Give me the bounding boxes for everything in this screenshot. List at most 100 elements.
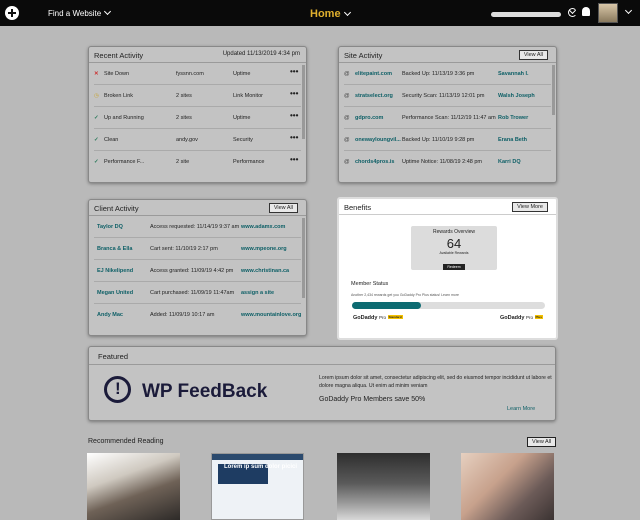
site-event: Backed Up: 11/10/19 9:28 pm xyxy=(402,137,475,143)
add-icon[interactable] xyxy=(5,6,19,20)
more-options-icon[interactable]: ••• xyxy=(290,89,298,98)
client-site-link[interactable]: www.mountainlove.org xyxy=(241,312,301,318)
site-user-link[interactable]: Erana Beth xyxy=(498,137,527,143)
view-all-button[interactable]: View All xyxy=(518,50,548,60)
article-thumbnail[interactable] xyxy=(87,453,180,520)
site-link[interactable]: onewayloungvil... xyxy=(355,137,401,143)
activity-row[interactable]: ✕ Site Down fyssnn.com Uptime ••• xyxy=(94,63,301,85)
client-link[interactable]: Andy Mac xyxy=(97,312,123,318)
site-row[interactable]: @ chords4pros.is Uptime Notice: 11/08/19… xyxy=(344,151,551,173)
find-website-dropdown[interactable]: Find a Website xyxy=(48,7,112,18)
recent-activity-card: Recent Activity Updated 11/13/2019 4:34 … xyxy=(88,46,307,183)
view-all-button[interactable]: View All xyxy=(268,203,298,213)
client-row[interactable]: Megan United Cart purchased: 11/09/19 11… xyxy=(94,282,301,304)
site-activity-card: Site Activity View All @ elitepaint.com … xyxy=(338,46,557,183)
scrollbar[interactable] xyxy=(552,65,555,115)
more-options-icon[interactable]: ••• xyxy=(290,111,298,120)
rewards-overview: Rewards Overview 64 Available Rewards Re… xyxy=(411,226,497,270)
tier-plus-suffix: Pro xyxy=(525,315,533,320)
client-activity-title: Client Activity xyxy=(94,204,139,213)
wp-feedback-logo-text: WP FeedBack xyxy=(142,381,268,402)
client-event: Cart purchased: 11/09/19 11:47am xyxy=(150,290,235,296)
site-user-link[interactable]: Savannah I. xyxy=(498,71,529,77)
activity-site: 2 site xyxy=(176,159,190,165)
scrollbar[interactable] xyxy=(302,65,305,139)
activity-category: Uptime xyxy=(233,115,251,121)
view-more-button[interactable]: View More xyxy=(512,202,548,212)
redeem-button[interactable]: Redeem xyxy=(443,264,465,270)
member-progress-fill xyxy=(352,302,422,309)
client-link[interactable]: Taylor DQ xyxy=(97,224,123,230)
site-row[interactable]: @ elitepaint.com Backed Up: 11/13/19 3:3… xyxy=(344,63,551,85)
activity-category: Performance xyxy=(233,159,265,165)
activity-row[interactable]: ✓ Performance F... 2 site Performance ••… xyxy=(94,151,301,173)
more-options-icon[interactable]: ••• xyxy=(290,133,298,142)
site-event: Uptime Notice: 11/08/19 2:48 pm xyxy=(402,159,482,165)
recent-activity-title: Recent Activity xyxy=(94,51,144,60)
client-link[interactable]: EJ Nikelipend xyxy=(97,268,133,274)
client-row[interactable]: EJ Nikelipend Access granted: 11/09/19 4… xyxy=(94,260,301,282)
benefits-card: Benefits View More Rewards Overview 64 A… xyxy=(337,197,558,340)
activity-action: Up and Running xyxy=(104,115,144,121)
search-bar[interactable] xyxy=(491,12,561,17)
bell-icon[interactable] xyxy=(582,7,590,16)
tier-plus-logo: GoDaddy Pro Plus xyxy=(500,315,543,321)
activity-action: Clean xyxy=(104,137,119,143)
check-icon: ✓ xyxy=(94,159,99,165)
site-link[interactable]: chords4pros.is xyxy=(355,159,394,165)
chevron-down-icon xyxy=(624,6,633,15)
site-link[interactable]: stratselect.org xyxy=(355,93,393,99)
card-header: Featured xyxy=(89,347,555,365)
check-icon: ✓ xyxy=(94,137,99,143)
site-row[interactable]: @ gdpro.com Performance Scan: 11/12/19 1… xyxy=(344,107,551,129)
activity-site: 2 sites xyxy=(176,115,192,121)
site-link[interactable]: elitepaint.com xyxy=(355,71,392,77)
client-site-link[interactable]: assign a site xyxy=(241,290,274,296)
tier-standard-brand: GoDaddy xyxy=(353,315,378,321)
client-site-link[interactable]: www.mpeone.org xyxy=(241,246,287,252)
rewards-title: Rewards Overview xyxy=(433,229,475,235)
article-thumbnail[interactable] xyxy=(461,453,554,520)
article-thumbnail[interactable] xyxy=(337,453,430,520)
client-row[interactable]: Taylor DQ Access requested: 11/14/19 9:3… xyxy=(94,216,301,238)
site-user-link[interactable]: Karri DQ xyxy=(498,159,521,165)
featured-savings: GoDaddy Pro Members save 50% xyxy=(319,396,426,403)
scrollbar[interactable] xyxy=(302,218,305,298)
site-activity-title: Site Activity xyxy=(344,51,383,60)
activity-row[interactable]: ✓ Up and Running 2 sites Uptime ••• xyxy=(94,107,301,129)
view-all-button[interactable]: View All xyxy=(527,437,557,447)
top-navigation-bar: Find a Website Home xyxy=(0,0,640,26)
client-site-link[interactable]: www.christinan.ca xyxy=(241,268,289,274)
x-icon: ✕ xyxy=(94,71,99,77)
activity-row[interactable]: ◷ Broken Link 2 sites Link Monitor ••• xyxy=(94,85,301,107)
activity-action: Site Down xyxy=(104,71,130,77)
avatar[interactable] xyxy=(598,3,618,23)
site-link[interactable]: gdpro.com xyxy=(355,115,383,121)
member-status-note[interactable]: Another 2,434 rewards get you GoDaddy Pr… xyxy=(351,293,459,297)
card-header: Site Activity View All xyxy=(339,47,556,63)
activity-site: fyssnn.com xyxy=(176,71,204,77)
more-options-icon[interactable]: ••• xyxy=(290,155,298,164)
refresh-icon[interactable] xyxy=(568,8,577,17)
client-row[interactable]: Branca & Ella Cart sent: 11/10/19 2:17 p… xyxy=(94,238,301,260)
client-link[interactable]: Branca & Ella xyxy=(97,246,132,252)
learn-more-link[interactable]: Learn More xyxy=(507,406,535,412)
site-row[interactable]: @ stratselect.org Security Scan: 11/13/1… xyxy=(344,85,551,107)
client-link[interactable]: Megan United xyxy=(97,290,133,296)
activity-category: Security xyxy=(233,137,253,143)
globe-icon: @ xyxy=(344,93,350,99)
more-options-icon[interactable]: ••• xyxy=(290,67,298,76)
tier-plus-badge: Plus xyxy=(534,315,543,319)
activity-row[interactable]: ✓ Clean andy.gov Security ••• xyxy=(94,129,301,151)
recommended-reading-title: Recommended Reading xyxy=(88,438,164,445)
client-site-link[interactable]: www.adamx.com xyxy=(241,224,285,230)
account-dropdown[interactable] xyxy=(622,6,633,17)
site-user-link[interactable]: Walsh Joseph xyxy=(498,93,535,99)
site-row[interactable]: @ onewayloungvil... Backed Up: 11/10/19 … xyxy=(344,129,551,151)
client-row[interactable]: Andy Mac Added: 11/09/19 10:17 am www.mo… xyxy=(94,304,301,326)
site-user-link[interactable]: Rob Trower xyxy=(498,115,528,121)
article-thumbnail[interactable]: Lorem ip sum dolor picici xyxy=(211,453,304,520)
member-progress-bar xyxy=(352,302,545,309)
activity-action: Performance F... xyxy=(104,159,145,165)
home-dropdown[interactable]: Home xyxy=(310,8,351,20)
